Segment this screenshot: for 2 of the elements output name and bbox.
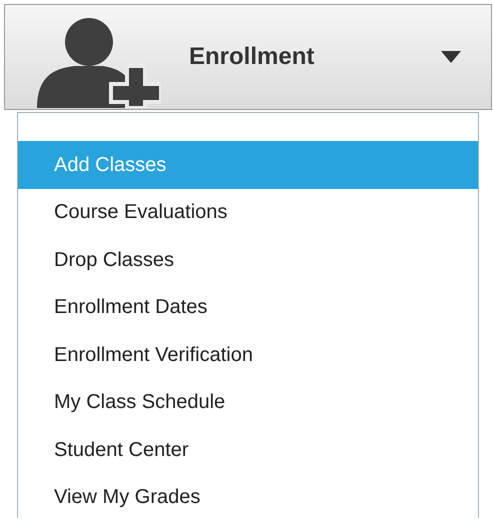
caret-down-icon bbox=[441, 51, 461, 63]
enrollment-header[interactable]: Enrollment bbox=[4, 4, 492, 110]
